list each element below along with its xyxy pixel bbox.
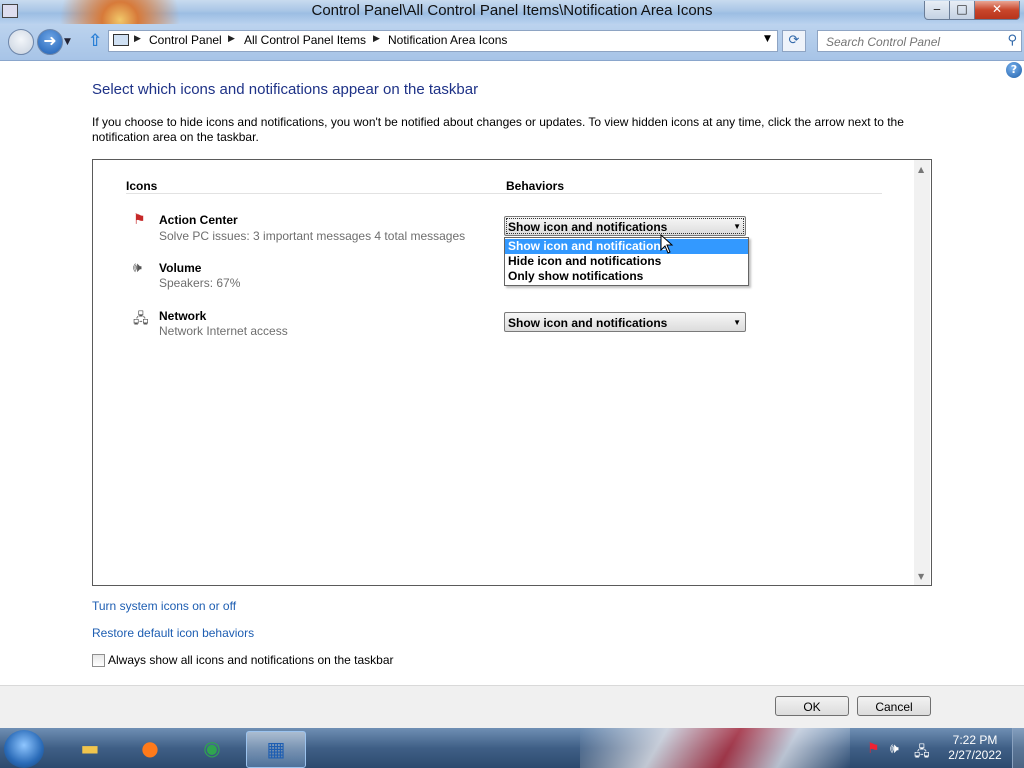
maximize-button[interactable]: □	[949, 1, 975, 20]
network-tray-icon[interactable]: 🖧	[914, 741, 930, 765]
taskbar-clock[interactable]: 7:22 PM 2/27/2022	[942, 733, 1008, 763]
start-button[interactable]	[4, 730, 44, 768]
window-title: Control Panel\All Control Panel Items\No…	[311, 2, 713, 19]
clock-date: 2/27/2022	[948, 748, 1002, 762]
breadcrumb-control-panel[interactable]: Control Panel	[149, 33, 222, 47]
breadcrumb-all-items[interactable]: All Control Panel Items	[244, 33, 366, 47]
behaviors-column-header: Behaviors	[506, 179, 565, 193]
control-panel-icon	[113, 34, 129, 46]
behavior-select-value: Show icon and notifications	[508, 220, 668, 234]
firefox-taskbar-icon[interactable]: ●	[122, 731, 178, 766]
intro-text: If you choose to hide icons and notifica…	[92, 115, 904, 144]
mouse-cursor-icon	[660, 234, 674, 254]
breadcrumb-notification-area-icons[interactable]: Notification Area Icons	[388, 33, 507, 47]
action-center-flag-icon: ⚑	[133, 212, 146, 228]
cancel-button[interactable]: Cancel	[857, 696, 931, 716]
address-dropdown-icon[interactable]: ▼	[764, 34, 771, 44]
item-desc-action-center: Solve PC issues: 3 important messages 4 …	[159, 229, 466, 243]
breadcrumb-arrow-icon[interactable]: ▶	[228, 34, 235, 44]
icons-column-header: Icons	[126, 179, 158, 193]
search-input[interactable]	[818, 31, 1008, 53]
taskbar-background-art	[580, 728, 850, 768]
item-name-volume: Volume	[159, 261, 202, 275]
turn-system-icons-link[interactable]: Turn system icons on or off	[92, 599, 236, 613]
clock-time: 7:22 PM	[952, 733, 998, 747]
minimize-button[interactable]: ‒	[924, 1, 950, 20]
item-desc-volume: Speakers: 67%	[159, 276, 241, 290]
behavior-dropdown-list: Show icon and notifications Hide icon an…	[504, 237, 749, 286]
page-title: Select which icons and notifications app…	[92, 81, 479, 98]
dropdown-option-show-icon-and-notifications[interactable]: Show icon and notifications	[505, 239, 748, 254]
scroll-up-arrow-icon[interactable]: ▲	[918, 165, 924, 174]
always-show-all-label[interactable]: Always show all icons and notifications …	[108, 653, 394, 667]
control-panel-taskbar-icon[interactable]: ▦	[246, 731, 306, 768]
speaker-icon: 🕪	[133, 260, 142, 276]
windows-explorer-taskbar-icon[interactable]: ▬	[62, 731, 118, 766]
always-show-all-checkbox[interactable]	[92, 654, 105, 667]
chrome-taskbar-icon[interactable]: ◉	[184, 731, 240, 766]
chevron-down-icon: ▼	[733, 318, 741, 327]
breadcrumb-arrow-icon[interactable]: ▶	[134, 34, 141, 44]
up-arrow-icon[interactable]: ⇧	[88, 31, 102, 51]
behavior-select-action-center[interactable]: Show icon and notifications ▼	[504, 216, 746, 236]
network-icon: 🖧	[133, 311, 149, 327]
chevron-down-icon: ▼	[733, 222, 741, 231]
forward-button[interactable]: ➜	[37, 29, 63, 55]
scroll-down-arrow-icon[interactable]: ▼	[918, 572, 924, 581]
item-name-network: Network	[159, 309, 207, 323]
header-divider	[126, 193, 882, 194]
ok-button[interactable]: OK	[775, 696, 849, 716]
behavior-select-network[interactable]: Show icon and notifications ▼	[504, 312, 746, 332]
search-box[interactable]: ⚲	[817, 30, 1022, 53]
refresh-icon[interactable]: ⟳	[782, 30, 806, 52]
back-button[interactable]	[8, 29, 34, 55]
dropdown-option-only-show-notifications[interactable]: Only show notifications	[505, 269, 748, 284]
recent-pages-dropdown-icon[interactable]: ▼	[64, 37, 71, 47]
item-desc-network: Network Internet access	[159, 324, 288, 338]
vertical-scrollbar[interactable]	[914, 160, 930, 585]
item-name-action-center: Action Center	[159, 213, 238, 227]
breadcrumb-arrow-icon[interactable]: ▶	[373, 34, 380, 44]
dropdown-option-hide-icon-and-notifications[interactable]: Hide icon and notifications	[505, 254, 748, 269]
volume-tray-icon[interactable]: 🕪	[890, 741, 899, 757]
action-center-tray-icon[interactable]: ⚑	[867, 741, 880, 757]
show-desktop-button[interactable]	[1012, 728, 1024, 768]
help-icon[interactable]: ?	[1006, 62, 1022, 78]
restore-default-behaviors-link[interactable]: Restore default icon behaviors	[92, 626, 254, 640]
search-icon[interactable]: ⚲	[1007, 33, 1017, 48]
close-button[interactable]: ✕	[974, 1, 1020, 20]
behavior-select-value: Show icon and notifications	[508, 316, 668, 330]
